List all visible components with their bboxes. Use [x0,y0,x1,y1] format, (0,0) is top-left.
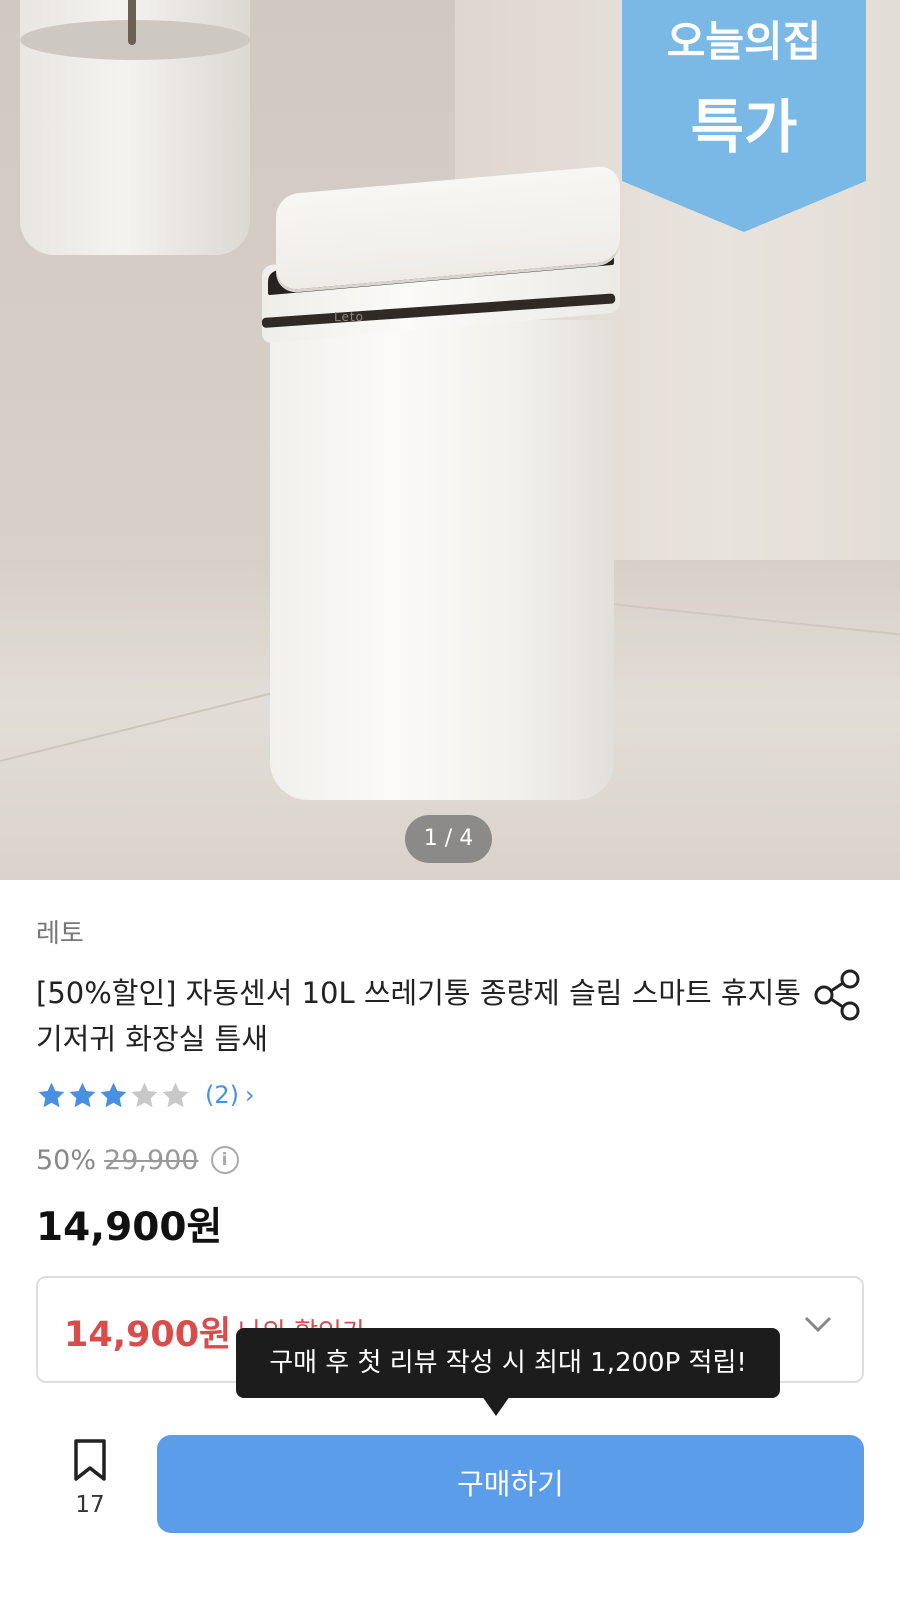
image-counter: 1 / 4 [405,815,492,863]
special-deal-badge: 오늘의집 특가 [622,0,866,232]
brand-name[interactable]: 레토 [36,913,84,950]
price-discount-row: 50% 29,900 i [36,1141,239,1179]
share-icon[interactable] [812,967,862,1023]
star-filled-icon [69,1082,96,1107]
my-discount-price: 14,900원 [64,1315,232,1355]
bookmark-button[interactable]: 17 [60,1438,120,1528]
plant-pot [20,0,250,255]
rating-row[interactable]: (2) › [36,1078,255,1112]
product-image-carousel[interactable]: Leto 오늘의집 특가 1 / 4 [0,0,900,880]
product-logo: Leto [334,310,364,324]
sale-price: 14,900원 [36,1205,223,1250]
product-title: [50%할인] 자동센서 10L 쓰레기통 종량제 슬림 스마트 휴지통 기저귀… [36,976,801,1056]
bookmark-icon [74,1439,106,1481]
star-empty-icon [162,1082,189,1107]
buy-button[interactable]: 구매하기 [157,1435,864,1533]
star-empty-icon [131,1082,158,1107]
review-points-tooltip: 구매 후 첫 리뷰 작성 시 최대 1,200P 적립! [236,1328,780,1416]
chevron-down-icon[interactable] [798,1304,838,1344]
star-filled-icon [38,1082,65,1107]
info-icon[interactable]: i [210,1146,239,1174]
tooltip-arrow [482,1396,510,1416]
review-count[interactable]: (2) [205,1081,239,1109]
original-price: 29,900 [104,1144,199,1176]
chevron-right-icon[interactable]: › [245,1081,255,1109]
discount-percent: 50% [36,1144,97,1176]
product-trash-bin: Leto [261,164,632,810]
bookmark-count: 17 [75,1492,105,1518]
star-filled-icon [100,1082,127,1107]
